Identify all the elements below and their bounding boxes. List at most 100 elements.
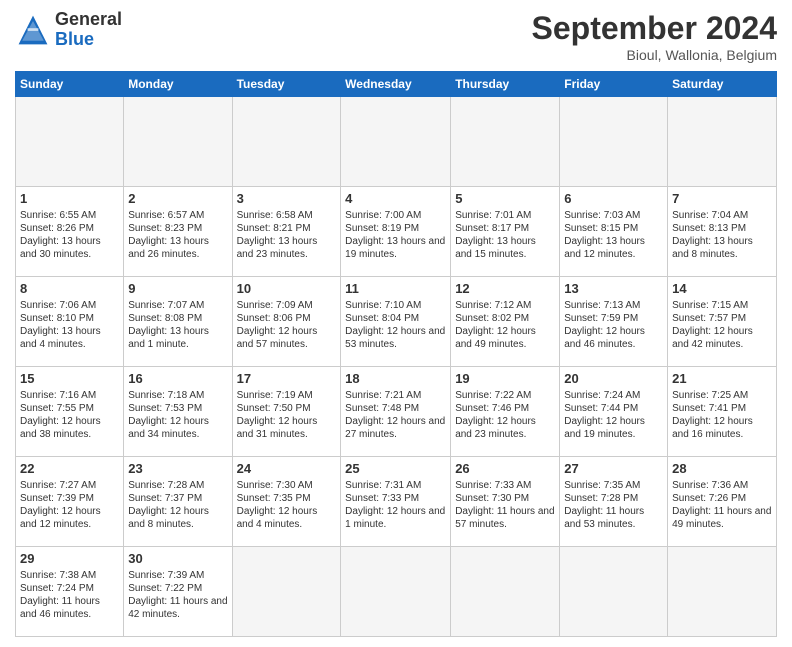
- calendar-cell: 15Sunrise: 7:16 AMSunset: 7:55 PMDayligh…: [16, 367, 124, 457]
- calendar-cell: 5Sunrise: 7:01 AMSunset: 8:17 PMDaylight…: [451, 187, 560, 277]
- calendar-cell: 17Sunrise: 7:19 AMSunset: 7:50 PMDayligh…: [232, 367, 341, 457]
- calendar-week-3: 15Sunrise: 7:16 AMSunset: 7:55 PMDayligh…: [16, 367, 777, 457]
- day-detail: Sunrise: 7:21 AMSunset: 7:48 PMDaylight:…: [345, 389, 446, 441]
- col-header-saturday: Saturday: [668, 72, 777, 97]
- calendar-cell: 6Sunrise: 7:03 AMSunset: 8:15 PMDaylight…: [560, 187, 668, 277]
- calendar-cell: 20Sunrise: 7:24 AMSunset: 7:44 PMDayligh…: [560, 367, 668, 457]
- day-number: 7: [672, 190, 772, 208]
- day-number: 24: [237, 460, 337, 478]
- day-number: 2: [128, 190, 227, 208]
- day-number: 28: [672, 460, 772, 478]
- calendar-week-5: 29Sunrise: 7:38 AMSunset: 7:24 PMDayligh…: [16, 547, 777, 637]
- day-detail: Sunrise: 7:12 AMSunset: 8:02 PMDaylight:…: [455, 299, 555, 351]
- day-number: 26: [455, 460, 555, 478]
- calendar-cell: 30Sunrise: 7:39 AMSunset: 7:22 PMDayligh…: [124, 547, 232, 637]
- day-detail: Sunrise: 7:28 AMSunset: 7:37 PMDaylight:…: [128, 479, 227, 531]
- day-detail: Sunrise: 6:55 AMSunset: 8:26 PMDaylight:…: [20, 209, 119, 261]
- calendar-cell: [668, 547, 777, 637]
- day-detail: Sunrise: 7:18 AMSunset: 7:53 PMDaylight:…: [128, 389, 227, 441]
- day-detail: Sunrise: 7:39 AMSunset: 7:22 PMDaylight:…: [128, 569, 227, 621]
- calendar-cell: 4Sunrise: 7:00 AMSunset: 8:19 PMDaylight…: [341, 187, 451, 277]
- logo: General Blue: [15, 10, 122, 50]
- calendar-cell: 19Sunrise: 7:22 AMSunset: 7:46 PMDayligh…: [451, 367, 560, 457]
- header: General Blue September 2024 Bioul, Wallo…: [15, 10, 777, 63]
- day-number: 13: [564, 280, 663, 298]
- day-detail: Sunrise: 7:01 AMSunset: 8:17 PMDaylight:…: [455, 209, 555, 261]
- day-number: 14: [672, 280, 772, 298]
- day-number: 10: [237, 280, 337, 298]
- calendar-cell: [668, 97, 777, 187]
- calendar-cell: 23Sunrise: 7:28 AMSunset: 7:37 PMDayligh…: [124, 457, 232, 547]
- calendar-cell: 13Sunrise: 7:13 AMSunset: 7:59 PMDayligh…: [560, 277, 668, 367]
- day-detail: Sunrise: 7:00 AMSunset: 8:19 PMDaylight:…: [345, 209, 446, 261]
- day-number: 22: [20, 460, 119, 478]
- location: Bioul, Wallonia, Belgium: [532, 47, 777, 63]
- day-detail: Sunrise: 7:33 AMSunset: 7:30 PMDaylight:…: [455, 479, 555, 531]
- calendar-cell: [451, 97, 560, 187]
- day-number: 4: [345, 190, 446, 208]
- calendar-table: SundayMondayTuesdayWednesdayThursdayFrid…: [15, 71, 777, 637]
- day-number: 30: [128, 550, 227, 568]
- day-number: 9: [128, 280, 227, 298]
- calendar-cell: [232, 97, 341, 187]
- day-detail: Sunrise: 6:58 AMSunset: 8:21 PMDaylight:…: [237, 209, 337, 261]
- calendar-cell: [341, 547, 451, 637]
- day-detail: Sunrise: 7:07 AMSunset: 8:08 PMDaylight:…: [128, 299, 227, 351]
- logo-general: General: [55, 10, 122, 30]
- calendar-week-4: 22Sunrise: 7:27 AMSunset: 7:39 PMDayligh…: [16, 457, 777, 547]
- day-number: 17: [237, 370, 337, 388]
- day-number: 18: [345, 370, 446, 388]
- calendar-cell: 16Sunrise: 7:18 AMSunset: 7:53 PMDayligh…: [124, 367, 232, 457]
- day-detail: Sunrise: 7:16 AMSunset: 7:55 PMDaylight:…: [20, 389, 119, 441]
- day-detail: Sunrise: 7:25 AMSunset: 7:41 PMDaylight:…: [672, 389, 772, 441]
- col-header-tuesday: Tuesday: [232, 72, 341, 97]
- calendar-cell: [560, 547, 668, 637]
- day-detail: Sunrise: 7:35 AMSunset: 7:28 PMDaylight:…: [564, 479, 663, 531]
- calendar-cell: [451, 547, 560, 637]
- day-number: 19: [455, 370, 555, 388]
- day-number: 29: [20, 550, 119, 568]
- calendar-cell: 2Sunrise: 6:57 AMSunset: 8:23 PMDaylight…: [124, 187, 232, 277]
- day-detail: Sunrise: 7:38 AMSunset: 7:24 PMDaylight:…: [20, 569, 119, 621]
- day-number: 16: [128, 370, 227, 388]
- day-detail: Sunrise: 7:15 AMSunset: 7:57 PMDaylight:…: [672, 299, 772, 351]
- calendar-cell: 25Sunrise: 7:31 AMSunset: 7:33 PMDayligh…: [341, 457, 451, 547]
- day-detail: Sunrise: 6:57 AMSunset: 8:23 PMDaylight:…: [128, 209, 227, 261]
- day-detail: Sunrise: 7:06 AMSunset: 8:10 PMDaylight:…: [20, 299, 119, 351]
- logo-blue: Blue: [55, 30, 122, 50]
- day-detail: Sunrise: 7:10 AMSunset: 8:04 PMDaylight:…: [345, 299, 446, 351]
- calendar-cell: 14Sunrise: 7:15 AMSunset: 7:57 PMDayligh…: [668, 277, 777, 367]
- day-detail: Sunrise: 7:04 AMSunset: 8:13 PMDaylight:…: [672, 209, 772, 261]
- calendar-cell: 27Sunrise: 7:35 AMSunset: 7:28 PMDayligh…: [560, 457, 668, 547]
- calendar-cell: 7Sunrise: 7:04 AMSunset: 8:13 PMDaylight…: [668, 187, 777, 277]
- calendar-cell: [124, 97, 232, 187]
- day-number: 20: [564, 370, 663, 388]
- day-number: 23: [128, 460, 227, 478]
- calendar-cell: 18Sunrise: 7:21 AMSunset: 7:48 PMDayligh…: [341, 367, 451, 457]
- day-number: 25: [345, 460, 446, 478]
- calendar-cell: 10Sunrise: 7:09 AMSunset: 8:06 PMDayligh…: [232, 277, 341, 367]
- calendar-cell: 22Sunrise: 7:27 AMSunset: 7:39 PMDayligh…: [16, 457, 124, 547]
- logo-text: General Blue: [55, 10, 122, 50]
- calendar-cell: 12Sunrise: 7:12 AMSunset: 8:02 PMDayligh…: [451, 277, 560, 367]
- col-header-friday: Friday: [560, 72, 668, 97]
- day-number: 21: [672, 370, 772, 388]
- calendar-week-2: 8Sunrise: 7:06 AMSunset: 8:10 PMDaylight…: [16, 277, 777, 367]
- day-detail: Sunrise: 7:09 AMSunset: 8:06 PMDaylight:…: [237, 299, 337, 351]
- day-detail: Sunrise: 7:24 AMSunset: 7:44 PMDaylight:…: [564, 389, 663, 441]
- calendar-cell: 3Sunrise: 6:58 AMSunset: 8:21 PMDaylight…: [232, 187, 341, 277]
- col-header-sunday: Sunday: [16, 72, 124, 97]
- day-number: 3: [237, 190, 337, 208]
- calendar-cell: 1Sunrise: 6:55 AMSunset: 8:26 PMDaylight…: [16, 187, 124, 277]
- day-detail: Sunrise: 7:13 AMSunset: 7:59 PMDaylight:…: [564, 299, 663, 351]
- calendar-cell: 29Sunrise: 7:38 AMSunset: 7:24 PMDayligh…: [16, 547, 124, 637]
- day-number: 6: [564, 190, 663, 208]
- day-detail: Sunrise: 7:19 AMSunset: 7:50 PMDaylight:…: [237, 389, 337, 441]
- day-number: 8: [20, 280, 119, 298]
- col-header-wednesday: Wednesday: [341, 72, 451, 97]
- calendar-cell: 21Sunrise: 7:25 AMSunset: 7:41 PMDayligh…: [668, 367, 777, 457]
- calendar-cell: [16, 97, 124, 187]
- calendar-cell: 9Sunrise: 7:07 AMSunset: 8:08 PMDaylight…: [124, 277, 232, 367]
- day-number: 1: [20, 190, 119, 208]
- day-number: 12: [455, 280, 555, 298]
